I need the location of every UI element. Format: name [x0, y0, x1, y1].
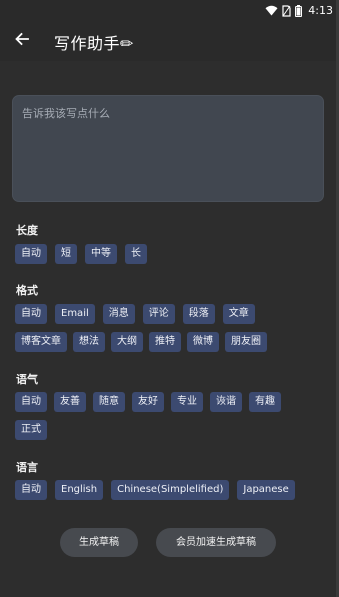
length-option-auto[interactable]: 自动: [15, 244, 47, 264]
format-section-title: 格式: [16, 284, 38, 297]
length-options: 自动 短 中等 长: [15, 244, 147, 264]
format-option-blog-post[interactable]: 博客文章: [15, 332, 67, 352]
prompt-input[interactable]: [13, 96, 323, 201]
language-option-english[interactable]: English: [55, 480, 104, 500]
length-option-short[interactable]: 短: [55, 244, 77, 264]
tone-option-professional[interactable]: 专业: [171, 392, 203, 412]
app-bar: 写作助手✏: [0, 21, 339, 61]
arrow-left-icon: [14, 31, 30, 51]
battery-icon: [295, 4, 303, 17]
tone-option-amicable[interactable]: 友好: [132, 392, 164, 412]
status-time: 4:13: [308, 4, 333, 17]
format-options-row-2: 博客文章 想法 大纲 推特 微博 朋友圈: [15, 332, 267, 352]
tone-options-row-2: 正式: [15, 420, 47, 440]
writing-assistant-form: 长度 自动 短 中等 长 格式 自动 Email 消息 评论 段落 文章 博客文…: [0, 61, 339, 597]
language-option-auto[interactable]: 自动: [15, 480, 47, 500]
generate-draft-button[interactable]: 生成草稿: [60, 528, 138, 557]
tone-option-casual[interactable]: 随意: [93, 392, 125, 412]
format-option-auto[interactable]: 自动: [15, 304, 47, 324]
prompt-box: [12, 95, 324, 202]
tone-option-auto[interactable]: 自动: [15, 392, 47, 412]
length-section-title: 长度: [16, 224, 38, 237]
member-generate-draft-button[interactable]: 会员加速生成草稿: [156, 528, 276, 557]
format-option-email[interactable]: Email: [55, 304, 95, 324]
tone-option-formal[interactable]: 正式: [15, 420, 47, 440]
format-option-paragraph[interactable]: 段落: [182, 304, 215, 324]
format-options-row-1: 自动 Email 消息 评论 段落 文章: [15, 304, 255, 324]
sim-icon: [282, 4, 291, 17]
tone-options-row-1: 自动 友善 随意 友好 专业 诙谐 有趣: [15, 392, 281, 412]
format-option-idea[interactable]: 想法: [73, 332, 105, 352]
length-option-medium[interactable]: 中等: [85, 244, 117, 264]
language-option-japanese[interactable]: Japanese: [237, 480, 295, 500]
language-options: 自动 English Chinese(Simplelified) Japanes…: [15, 480, 295, 500]
page-title: 写作助手✏: [54, 34, 134, 53]
format-option-weibo[interactable]: 微博: [187, 332, 219, 352]
format-option-twitter[interactable]: 推特: [149, 332, 181, 352]
tone-option-witty[interactable]: 诙谐: [210, 392, 242, 412]
format-option-message[interactable]: 消息: [102, 304, 135, 324]
format-option-article[interactable]: 文章: [222, 304, 255, 324]
tone-option-friendly[interactable]: 友善: [54, 392, 86, 412]
wifi-icon: [265, 5, 278, 16]
language-option-chinese[interactable]: Chinese(Simplelified): [111, 480, 230, 500]
status-bar: 4:13: [0, 0, 339, 21]
tone-section-title: 语气: [16, 373, 38, 386]
format-option-outline[interactable]: 大纲: [111, 332, 143, 352]
back-button[interactable]: [8, 27, 36, 55]
format-option-moments[interactable]: 朋友圈: [225, 332, 267, 352]
format-option-comment[interactable]: 评论: [142, 304, 175, 324]
tone-option-fun[interactable]: 有趣: [249, 392, 281, 412]
language-section-title: 语言: [16, 461, 38, 474]
length-option-long[interactable]: 长: [125, 244, 147, 264]
status-icons: 4:13: [265, 3, 333, 18]
